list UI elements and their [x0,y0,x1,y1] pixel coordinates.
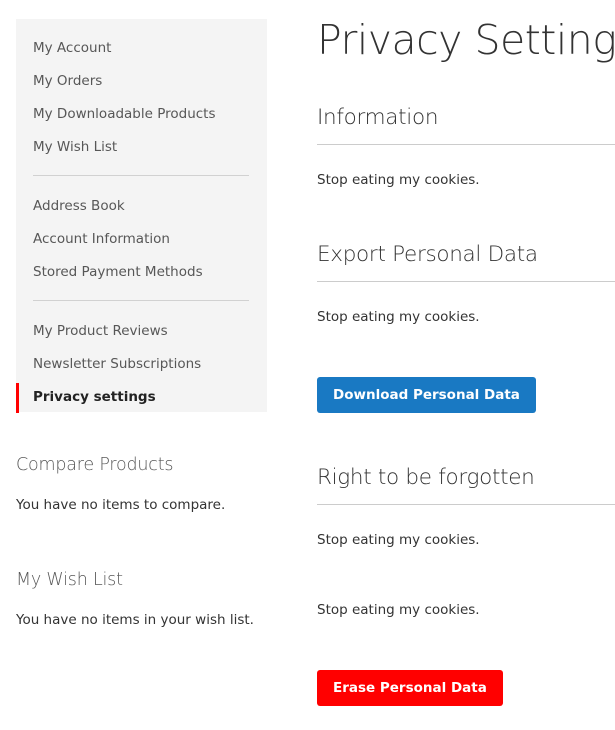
compare-products-empty-text: You have no items to compare. [16,497,226,513]
sidebar-item-my-downloadable-products[interactable]: My Downloadable Products [16,101,267,134]
download-personal-data-button[interactable]: Download Personal Data [317,377,536,413]
wishlist-block: My Wish List You have no items in your w… [16,569,276,630]
compare-products-block: Compare Products You have no items to co… [16,454,276,515]
section-divider [317,281,615,282]
sidebar-item-privacy-settings[interactable]: Privacy settings [16,383,267,417]
forget-text-1: Stop eating my cookies. [317,532,480,548]
wishlist-empty-text: You have no items in your wish list. [16,612,254,628]
account-sidebar-nav: My Account My Orders My Downloadable Pro… [16,19,267,413]
export-text: Stop eating my cookies. [317,309,480,325]
page-title: Privacy Settings [317,16,615,64]
sidebar-item-newsletter-subscriptions[interactable]: Newsletter Subscriptions [16,351,267,384]
forget-text-2: Stop eating my cookies. [317,602,480,618]
information-text: Stop eating my cookies. [317,172,480,188]
wishlist-title: My Wish List [16,570,123,590]
erase-personal-data-button[interactable]: Erase Personal Data [317,670,503,706]
sidebar-item-my-account[interactable]: My Account [16,35,267,68]
sidebar-item-stored-payment-methods[interactable]: Stored Payment Methods [16,259,267,292]
sidebar-item-address-book[interactable]: Address Book [16,193,267,226]
nav-divider [33,300,249,301]
compare-products-title: Compare Products [16,455,174,475]
sidebar-item-my-product-reviews[interactable]: My Product Reviews [16,318,267,351]
forget-title: Right to be forgotten [317,465,535,490]
section-divider [317,504,615,505]
nav-divider [33,175,249,176]
sidebar-item-my-wish-list[interactable]: My Wish List [16,134,267,167]
sidebar-item-my-orders[interactable]: My Orders [16,68,267,101]
export-title: Export Personal Data [317,242,538,267]
section-divider [317,144,615,145]
information-title: Information [317,105,439,130]
sidebar-item-account-information[interactable]: Account Information [16,226,267,259]
